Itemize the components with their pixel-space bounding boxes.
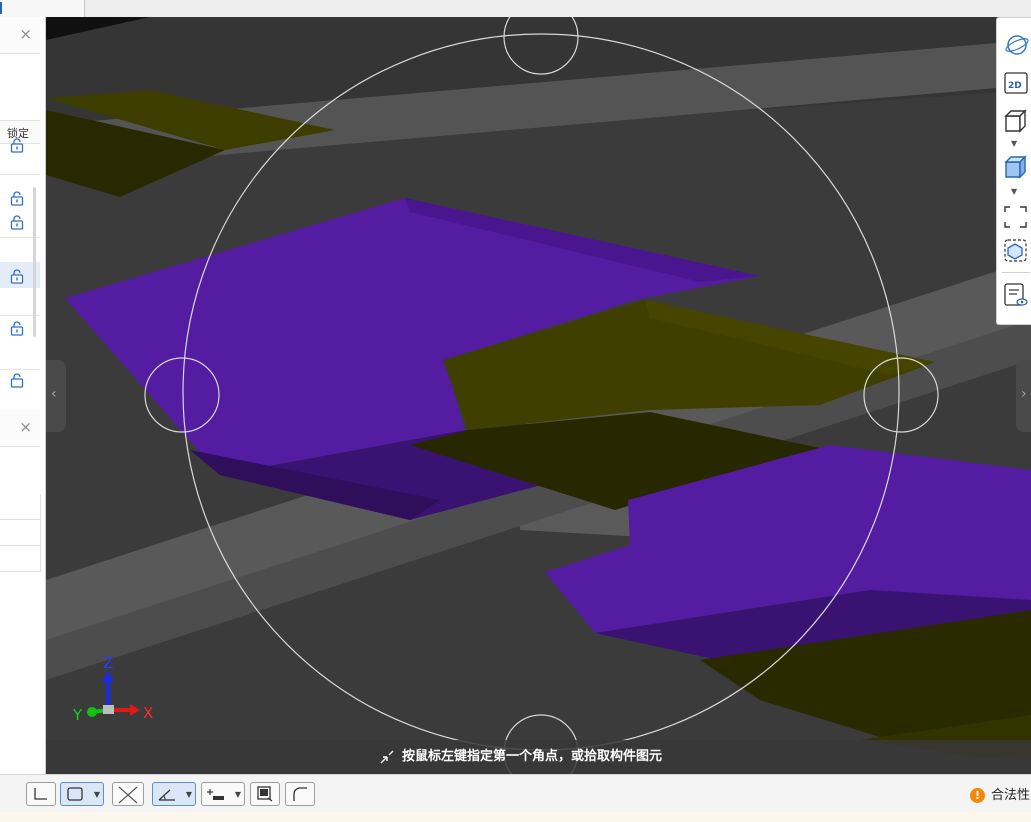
close-icon[interactable]: ×: [19, 419, 32, 435]
chevron-left-icon: ‹: [51, 386, 57, 402]
display-layer-button[interactable]: [250, 782, 280, 806]
layer-panel-header: ×: [0, 17, 40, 54]
property-row[interactable]: [0, 520, 41, 546]
view-2d-icon[interactable]: 2D: [1000, 70, 1030, 96]
zoom-extent-icon[interactable]: [1000, 204, 1030, 230]
axis-y-label: Y: [72, 706, 83, 724]
lock-icon[interactable]: [9, 268, 25, 284]
pick-corner-icon: [380, 750, 394, 763]
view-2d-label: 2D: [1008, 81, 1022, 91]
chevron-down-icon[interactable]: ▼: [235, 790, 241, 799]
rectangle-icon: [67, 787, 83, 801]
cube-icon[interactable]: [1000, 108, 1030, 134]
top-tab-strip: [0, 0, 1031, 18]
orthogonal-button[interactable]: [26, 782, 56, 806]
lock-icon[interactable]: [9, 137, 25, 153]
chevron-down-icon[interactable]: ▼: [186, 790, 192, 799]
bottom-toolbar: ▼ ▼ ▼ ! 合法性: [0, 774, 1031, 813]
cross-select-button[interactable]: [112, 782, 144, 806]
collapse-right-panel-button[interactable]: ›: [1016, 360, 1031, 432]
footer-strip: [0, 812, 1031, 822]
cross-icon: [118, 786, 138, 804]
chevron-down-icon[interactable]: ▼: [1011, 140, 1021, 148]
chevron-down-icon[interactable]: ▼: [1011, 188, 1021, 196]
angle-icon: [158, 789, 175, 801]
lock-icon[interactable]: [9, 214, 25, 230]
arc-icon: [293, 787, 307, 801]
orbit-icon[interactable]: [1000, 32, 1030, 58]
axis-triad: Z Y X: [72, 654, 153, 724]
left-panel: × 锁定 ×: [0, 17, 46, 774]
offset-icon: [207, 789, 224, 800]
chevron-right-icon: ›: [1021, 386, 1027, 402]
orthogonal-icon: [34, 788, 47, 800]
command-prompt: 按鼠标左键指定第一个角点，或拾取构件图元: [378, 745, 662, 767]
cube-shaded-icon[interactable]: [1000, 154, 1030, 180]
command-prompt-text: 按鼠标左键指定第一个角点，或拾取构件图元: [402, 749, 663, 764]
view-toolbar: 2D ▼ ▼: [996, 17, 1031, 325]
lock-icon[interactable]: [9, 320, 25, 336]
tab-marker: [0, 2, 10, 14]
lock-icon[interactable]: [9, 372, 25, 388]
row-divider: [0, 174, 40, 175]
license-status[interactable]: ! 合法性: [970, 784, 1030, 803]
toolbar-separator: [1002, 272, 1030, 273]
property-panel-header: ×: [0, 410, 40, 447]
chevron-down-icon[interactable]: ▼: [94, 790, 100, 799]
row-divider: [0, 369, 40, 370]
collapse-left-panel-button[interactable]: ‹: [46, 360, 66, 432]
property-row[interactable]: [0, 494, 41, 520]
3d-viewport[interactable]: Z Y X: [46, 17, 1031, 774]
display-settings-icon[interactable]: [1000, 282, 1030, 308]
lock-icon[interactable]: [9, 190, 25, 206]
angle-snap-button[interactable]: ▼: [152, 782, 196, 806]
monitor-icon: [257, 786, 273, 802]
warning-icon: !: [970, 788, 985, 803]
3d-scene: [46, 17, 1031, 774]
axis-z-label: Z: [103, 654, 113, 672]
offset-input-button[interactable]: ▼: [201, 782, 245, 806]
property-row[interactable]: [0, 546, 41, 572]
axis-x-label: X: [143, 704, 153, 722]
layer-scrollbar[interactable]: [33, 187, 36, 337]
arc-tool-button[interactable]: [285, 782, 315, 806]
isolate-icon[interactable]: [1000, 238, 1030, 264]
license-text: 合法性: [991, 788, 1031, 803]
close-icon[interactable]: ×: [19, 26, 32, 42]
active-tab[interactable]: [0, 0, 85, 17]
rectangle-select-button[interactable]: ▼: [60, 782, 104, 806]
app-window: × 锁定 × Z Y X ‹ › 2D ▼ ▼ 按鼠标左键指定第一个角点，或拾取…: [0, 0, 1031, 822]
